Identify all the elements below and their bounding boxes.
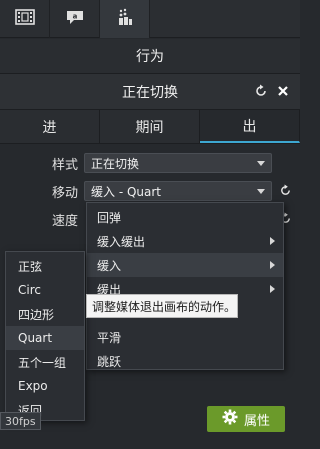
close-icon[interactable] [276,84,290,102]
chevron-right-icon [270,261,275,269]
annotation-icon: a [65,9,85,29]
move-select[interactable]: 缓入 - Quart [84,181,272,201]
menu-item-ease-in-out[interactable]: 缓入缓出 [87,229,283,253]
move-reset-icon[interactable] [279,184,292,201]
submenu-item-sine[interactable]: 正弦 [6,254,84,278]
properties-button[interactable]: 属性 [207,406,285,432]
svg-text:a: a [72,13,77,21]
submenu-item-expo[interactable]: Expo [6,374,84,398]
annotations-tab-button[interactable]: a [50,0,100,38]
menu-item-label: 回弹 [97,210,122,225]
phase-tabs: 进 期间 出 [0,110,300,144]
submenu-item-quad[interactable]: 四边形 [6,302,84,326]
easing-submenu: 正弦 Circ 四边形 Quart 五个一组 Expo 返回 [5,251,85,421]
section-title: 行为 [0,39,300,74]
chevron-right-icon [270,237,275,245]
submenu-item-quint[interactable]: 五个一组 [6,350,84,374]
tab-in[interactable]: 进 [0,110,100,143]
menu-item-smooth[interactable]: 平滑 [87,325,283,349]
menu-item-label: 跳跃 [97,354,122,369]
menu-item-ease-in[interactable]: 缓入 [87,253,283,277]
speed-label: 速度 [52,214,79,229]
submenu-item-quart[interactable]: Quart [6,326,84,350]
fps-badge: 30fps [0,412,41,430]
chevron-down-icon [257,189,265,194]
easing-menu: 回弹 缓入缓出 缓入 缓出 平滑 跳跃 [86,202,284,370]
menu-item-bounce[interactable]: 回弹 [87,205,283,229]
submenu-item-circ[interactable]: Circ [6,278,84,302]
chevron-down-icon [257,161,265,166]
tooltip: 调整媒体退出画布的动作。 [86,294,238,318]
style-select-value: 正在切换 [91,156,140,171]
media-tab-button[interactable] [0,0,50,38]
style-label: 样式 [52,158,79,173]
behavior-icon [115,8,135,30]
move-label: 移动 [52,186,79,201]
behaviors-tab-button[interactable] [100,0,150,38]
menu-item-label: 缓入缓出 [97,234,146,249]
menu-item-label: 平滑 [97,330,122,345]
properties-button-label: 属性 [243,413,270,429]
tab-during[interactable]: 期间 [100,110,200,143]
gear-icon [222,409,238,429]
top-toolbar: a [0,0,300,38]
style-select[interactable]: 正在切换 [84,153,272,173]
menu-item-label: 缓入 [97,258,122,273]
behavior-actions [254,84,290,102]
move-select-value: 缓入 - Quart [91,184,162,199]
chevron-right-icon [270,285,275,293]
reset-icon[interactable] [254,84,268,102]
tab-out[interactable]: 出 [200,110,300,143]
menu-item-jump[interactable]: 跳跃 [87,349,283,373]
film-icon [14,9,35,29]
